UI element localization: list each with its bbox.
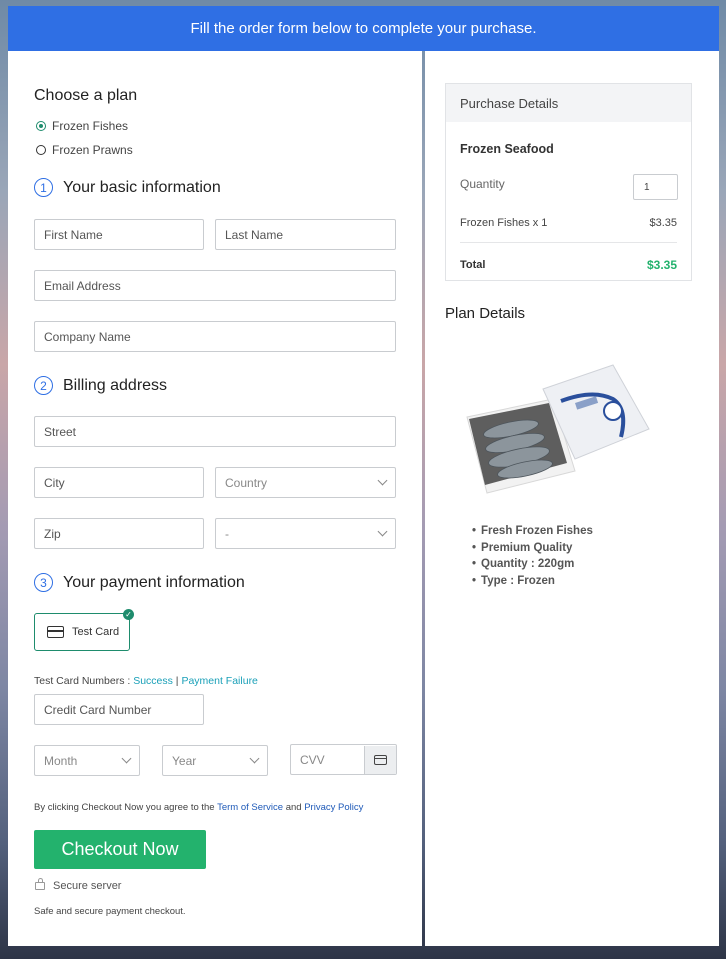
credit-card-icon bbox=[374, 754, 387, 765]
country-select[interactable]: Country bbox=[215, 467, 396, 498]
top-banner: Fill the order form below to complete yo… bbox=[8, 6, 719, 51]
summary-panel: Purchase Details Frozen Seafood Quantity… bbox=[425, 51, 719, 946]
state-select[interactable]: - bbox=[215, 518, 396, 549]
step-number: 1 bbox=[34, 178, 53, 197]
year-select[interactable]: Year bbox=[162, 745, 268, 776]
last-name-input[interactable]: Last Name bbox=[215, 219, 396, 250]
step-title: Your payment information bbox=[63, 573, 245, 591]
chevron-down-icon bbox=[121, 753, 132, 764]
list-item: Premium Quality bbox=[472, 540, 593, 557]
checkmark-icon: ✓ bbox=[123, 609, 134, 620]
city-input[interactable]: City bbox=[34, 467, 204, 498]
company-input[interactable]: Company Name bbox=[34, 321, 396, 352]
choose-plan-heading: Choose a plan bbox=[34, 87, 138, 104]
step-title: Billing address bbox=[63, 376, 168, 394]
safe-checkout-text: Safe and secure payment checkout. bbox=[34, 906, 186, 917]
chevron-down-icon bbox=[377, 475, 388, 486]
year-select-value: Year bbox=[172, 753, 197, 768]
step-payment: 3 Your payment information bbox=[34, 573, 245, 592]
order-form-panel: Choose a plan Frozen Fishes Frozen Prawn… bbox=[8, 51, 422, 946]
plan-option-label: Frozen Fishes bbox=[52, 119, 129, 133]
test-card-option[interactable]: Test Card ✓ bbox=[34, 609, 134, 651]
list-item: Quantity : 220gm bbox=[472, 556, 593, 573]
cvv-card-button[interactable] bbox=[364, 745, 396, 774]
terms-and: and bbox=[283, 802, 305, 813]
total-label: Total bbox=[460, 259, 486, 271]
secure-server: Secure server bbox=[35, 878, 122, 892]
radio-selected-icon[interactable] bbox=[36, 121, 46, 131]
email-input[interactable]: Email Address bbox=[34, 270, 396, 301]
secure-server-label: Secure server bbox=[53, 880, 122, 892]
plan-option-label: Frozen Prawns bbox=[52, 143, 133, 157]
purchase-details-box: Purchase Details Frozen Seafood Quantity… bbox=[445, 83, 692, 281]
line-item-price: $3.35 bbox=[649, 217, 677, 229]
checkout-button[interactable]: Checkout Now bbox=[34, 830, 206, 869]
purchase-details-header: Purchase Details bbox=[446, 84, 691, 122]
card-number-input[interactable]: Credit Card Number bbox=[34, 694, 204, 725]
credit-card-icon bbox=[47, 626, 64, 638]
step-number: 3 bbox=[34, 573, 53, 592]
terms-of-service-link[interactable]: Term of Service bbox=[217, 802, 283, 813]
success-link[interactable]: Success bbox=[133, 675, 173, 687]
divider bbox=[460, 242, 677, 243]
frozen-fish-box-image bbox=[466, 364, 650, 494]
country-select-value: Country bbox=[225, 475, 268, 490]
test-card-numbers-label: Test Card Numbers : bbox=[34, 675, 134, 687]
step-number: 2 bbox=[34, 376, 53, 395]
cvv-input[interactable]: CVV bbox=[290, 744, 397, 775]
quantity-label: Quantity bbox=[460, 177, 505, 191]
test-card-numbers: Test Card Numbers : Success | Payment Fa… bbox=[34, 675, 258, 687]
month-select[interactable]: Month bbox=[34, 745, 140, 776]
plan-option-frozen-prawns[interactable]: Frozen Prawns bbox=[36, 143, 133, 157]
plan-details-heading: Plan Details bbox=[445, 305, 526, 322]
chevron-down-icon bbox=[377, 526, 388, 537]
terms-text: By clicking Checkout Now you agree to th… bbox=[34, 802, 363, 813]
lock-icon bbox=[35, 878, 45, 890]
street-input[interactable]: Street bbox=[34, 416, 396, 447]
state-select-value: - bbox=[225, 526, 229, 541]
product-name: Frozen Seafood bbox=[460, 142, 554, 156]
line-item-label: Frozen Fishes x 1 bbox=[460, 217, 548, 229]
step-basic-info: 1 Your basic information bbox=[34, 178, 221, 197]
plan-features-list: Fresh Frozen Fishes Premium Quality Quan… bbox=[472, 523, 593, 589]
quantity-input[interactable]: 1 bbox=[633, 174, 678, 200]
radio-unselected-icon[interactable] bbox=[36, 145, 46, 155]
privacy-policy-link[interactable]: Privacy Policy bbox=[304, 802, 363, 813]
list-item: Type : Frozen bbox=[472, 573, 593, 590]
first-name-input[interactable]: First Name bbox=[34, 219, 204, 250]
plan-option-frozen-fishes[interactable]: Frozen Fishes bbox=[36, 119, 128, 133]
zip-input[interactable]: Zip bbox=[34, 518, 204, 549]
terms-prefix: By clicking Checkout Now you agree to th… bbox=[34, 802, 218, 813]
cvv-placeholder: CVV bbox=[300, 752, 325, 767]
list-item: Fresh Frozen Fishes bbox=[472, 523, 593, 540]
step-title: Your basic information bbox=[63, 178, 221, 196]
step-billing: 2 Billing address bbox=[34, 376, 167, 395]
test-card-label: Test Card bbox=[72, 626, 120, 638]
payment-failure-link[interactable]: Payment Failure bbox=[181, 675, 257, 687]
month-select-value: Month bbox=[44, 753, 78, 768]
total-amount: $3.35 bbox=[646, 258, 677, 272]
chevron-down-icon bbox=[249, 753, 260, 764]
